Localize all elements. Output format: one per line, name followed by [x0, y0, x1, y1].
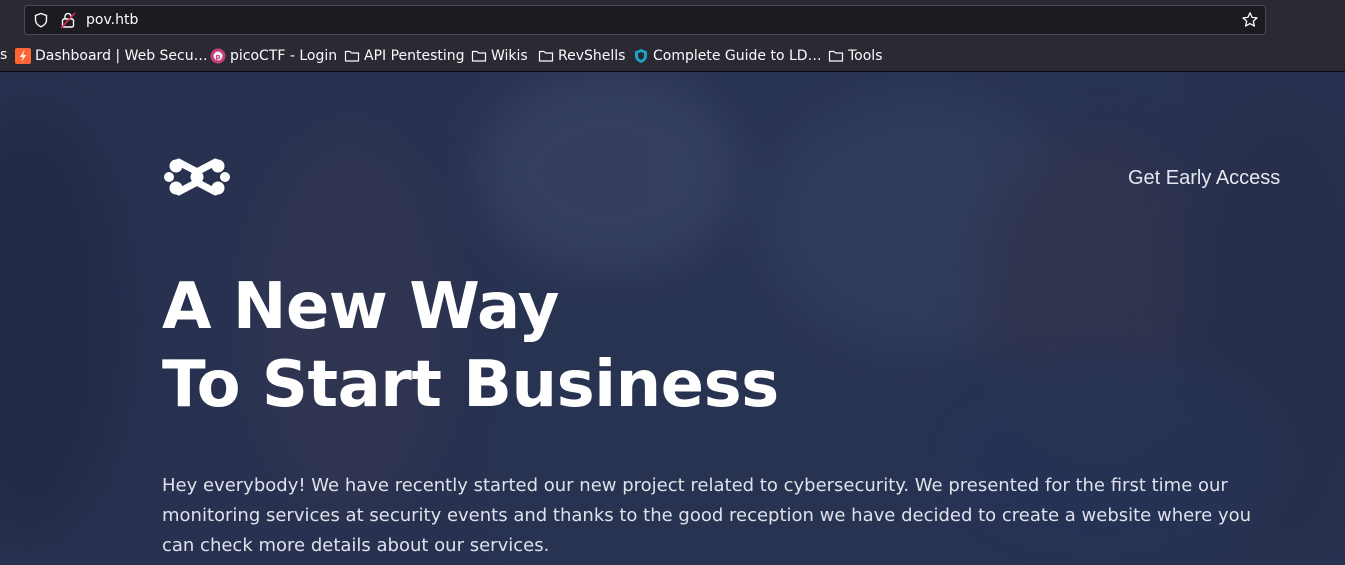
bookmark-overflow-edge: s [0, 47, 8, 63]
bookmark-item[interactable]: RevShells [538, 46, 625, 66]
bookmark-item[interactable]: Wikis [471, 46, 528, 66]
bookmark-item[interactable]: Complete Guide to LD… [633, 46, 822, 66]
bookmark-label: Wikis [491, 48, 528, 64]
hero-description: Hey everybody! We have recently started … [162, 475, 1252, 556]
url-text[interactable]: pov.htb [86, 12, 138, 28]
address-bar[interactable]: pov.htb [24, 5, 1266, 35]
hero-title: A New Way To Start Business [162, 268, 779, 424]
bookmark-label: RevShells [558, 48, 626, 64]
bookmark-label: API Pentesting [364, 48, 465, 64]
folder-icon [344, 50, 360, 62]
web-page: Get Early Access A New Way To Start Busi… [0, 72, 1345, 565]
hero-title-line-2: To Start Business [162, 348, 779, 422]
picoctf-favicon: p [210, 48, 226, 64]
svg-text:p: p [215, 53, 220, 61]
bookmark-item[interactable]: Tools [828, 46, 883, 66]
bookmark-item[interactable]: p picoCTF - Login [210, 46, 337, 66]
pov-logo-icon[interactable] [164, 158, 230, 196]
star-icon[interactable] [1241, 11, 1259, 29]
folder-icon [828, 50, 844, 62]
get-early-access-link[interactable]: Get Early Access [1128, 167, 1280, 190]
bookmarks-toolbar: s Dashboard | Web Secu… p picoCTF - Logi… [0, 40, 1345, 72]
folder-icon [471, 50, 487, 62]
folder-icon [538, 50, 554, 62]
bookmark-label: Tools [848, 48, 883, 64]
hero-title-line-1: A New Way [162, 270, 559, 344]
burp-favicon [15, 48, 31, 64]
bookmark-label: Complete Guide to LD… [653, 48, 822, 64]
bookmark-item[interactable]: Dashboard | Web Secu… [15, 46, 208, 66]
browser-toolbar: pov.htb [0, 0, 1345, 40]
insecure-lock-icon[interactable] [60, 11, 76, 29]
bookmark-label: Dashboard | Web Secu… [35, 48, 208, 64]
shield-icon[interactable] [33, 12, 49, 28]
shield-favicon [635, 49, 647, 63]
bookmark-item[interactable]: API Pentesting [344, 46, 465, 66]
bookmark-label: picoCTF - Login [230, 48, 338, 64]
